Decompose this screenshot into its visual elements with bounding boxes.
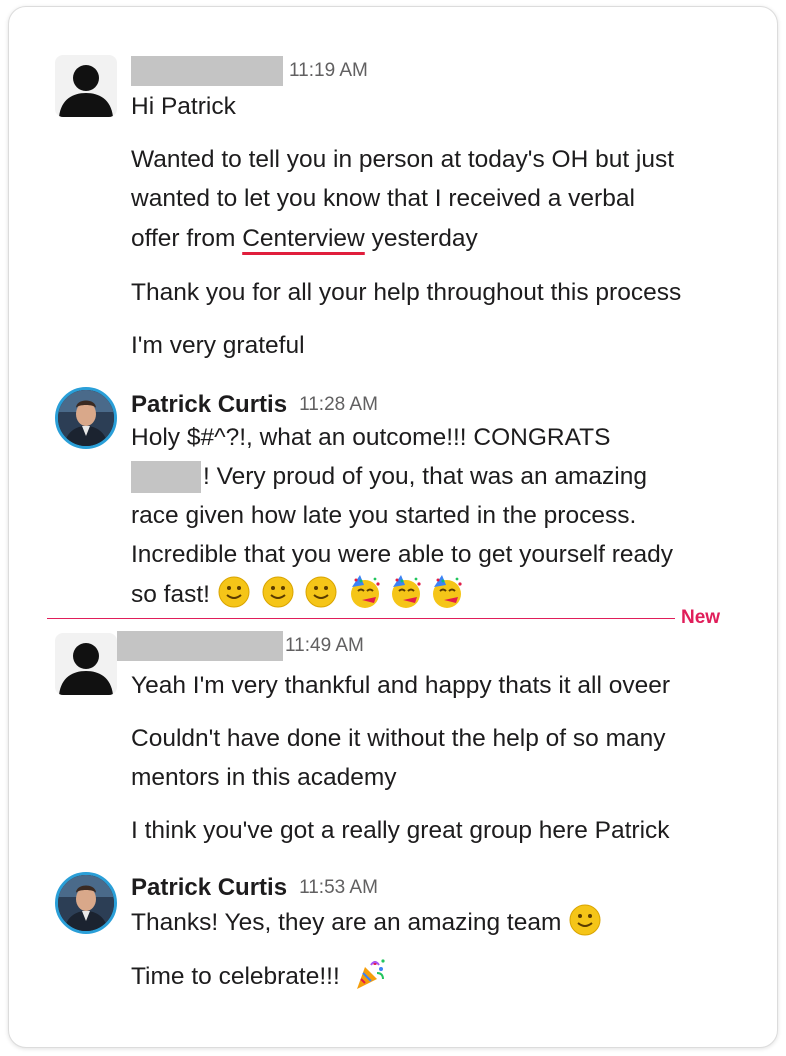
message-text: Wanted to tell you in person at today's … [131, 146, 675, 173]
timestamp[interactable]: 11:53 AM [299, 877, 378, 899]
slightly-smiling-face-icon[interactable] [568, 903, 602, 949]
message-text: Yeah I'm very thankful and happy thats i… [131, 672, 671, 699]
avatar-patrick[interactable] [55, 872, 117, 934]
slightly-smiling-face-icon[interactable] [261, 575, 295, 621]
message-text: Holy $#^?!, what an outcome!!! CONGRATS [131, 424, 611, 451]
timestamp[interactable]: 11:28 AM [299, 394, 378, 416]
message-text: Incredible that you were able to get you… [131, 541, 674, 568]
underlined-word: Centerview [242, 225, 365, 252]
message-header: 11:49 AM [117, 629, 364, 663]
slightly-smiling-face-icon[interactable] [304, 575, 338, 621]
profile-photo-icon [58, 875, 114, 931]
message-text: Couldn't have done it without the help o… [131, 725, 666, 752]
timestamp[interactable]: 11:19 AM [289, 60, 368, 82]
text-span: so fast! [131, 581, 210, 608]
text-span: yesterday [364, 225, 478, 252]
message-text: Thanks! Yes, they are an amazing team [131, 903, 605, 949]
redacted-sender-name [131, 56, 283, 86]
user-silhouette-icon [59, 643, 113, 695]
message-pane: 11:19 AM Hi Patrick Wanted to tell you i… [8, 6, 778, 1048]
message-text: offer from Centerview yesterday [131, 220, 478, 258]
sender-name[interactable]: Patrick Curtis [131, 874, 287, 902]
message-text: ! Very proud of you, that was an amazing [131, 458, 647, 496]
new-messages-label: New [681, 607, 721, 628]
text-span: Thanks! Yes, they are an amazing team [131, 909, 562, 936]
message-text: mentors in this academy [131, 764, 397, 791]
avatar[interactable] [55, 633, 117, 695]
redacted-sender-name [117, 631, 283, 661]
redacted-name [131, 461, 201, 493]
new-messages-divider [47, 618, 675, 619]
party-popper-icon[interactable] [353, 957, 387, 1003]
sender-name[interactable]: Patrick Curtis [131, 391, 287, 419]
slightly-smiling-face-icon[interactable] [217, 575, 251, 621]
message-text: race given how late you started in the p… [131, 502, 637, 529]
message-text: I'm very grateful [131, 332, 305, 359]
message-text: Thank you for all your help throughout t… [131, 279, 682, 306]
partying-face-icon[interactable] [348, 575, 382, 621]
text-span: Time to celebrate!!! [131, 963, 340, 990]
message-text: Time to celebrate!!! [131, 957, 390, 1003]
message-header: Patrick Curtis 11:28 AM [131, 388, 378, 422]
text-span: offer from [131, 225, 243, 252]
message-text: wanted to let you know that I received a… [131, 185, 635, 212]
profile-photo-icon [58, 390, 114, 446]
message-text: Hi Patrick [131, 93, 236, 120]
user-silhouette-icon [59, 65, 113, 117]
message-text: I think you've got a really great group … [131, 817, 670, 844]
timestamp[interactable]: 11:49 AM [285, 635, 364, 657]
avatar-patrick[interactable] [55, 387, 117, 449]
message-text: so fast! [131, 575, 464, 621]
partying-face-icon[interactable] [430, 575, 464, 621]
message-header: Patrick Curtis 11:53 AM [131, 871, 378, 905]
text-span: ! Very proud of you, that was an amazing [203, 463, 647, 490]
message-header: 11:19 AM [131, 54, 368, 88]
avatar[interactable] [55, 55, 117, 117]
partying-face-icon[interactable] [389, 575, 423, 621]
